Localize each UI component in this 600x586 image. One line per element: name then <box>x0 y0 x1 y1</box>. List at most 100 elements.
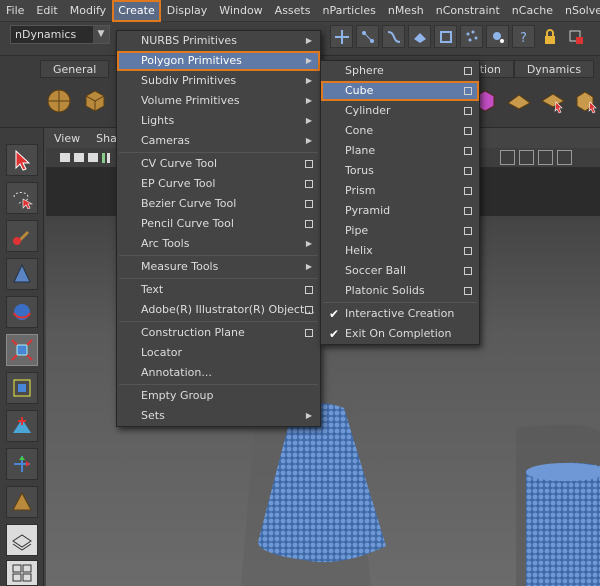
menu-item-exit-on-completion[interactable]: ✔ Exit On Completion <box>321 324 479 344</box>
menu-file[interactable]: File <box>0 0 30 22</box>
option-box-icon[interactable] <box>305 200 313 208</box>
plane-cursor-shelf-icon[interactable] <box>538 84 568 118</box>
soft-mod-tool-icon[interactable] <box>6 410 38 442</box>
menu-item-cv-curve-tool[interactable]: CV Curve Tool <box>117 154 320 174</box>
option-box-icon[interactable] <box>305 160 313 168</box>
sphere-shelf-icon[interactable] <box>44 84 74 118</box>
lasso-tool-icon[interactable] <box>6 182 38 214</box>
option-box-icon[interactable] <box>464 67 472 75</box>
menu-nparticles[interactable]: nParticles <box>316 0 381 22</box>
menu-set-dropdown[interactable]: nDynamics ▼ <box>10 25 110 44</box>
menu-item-arc-tools[interactable]: Arc Tools ▶ <box>117 234 320 254</box>
checkmark-icon: ✔ <box>329 327 340 341</box>
option-box-icon[interactable] <box>464 187 472 195</box>
menu-item-sets[interactable]: Sets ▶ <box>117 406 320 426</box>
option-box-icon[interactable] <box>464 207 472 215</box>
universal-manipulator-icon[interactable] <box>6 372 38 404</box>
menu-item-cone[interactable]: Cone <box>321 121 479 141</box>
menu-item-empty-group[interactable]: Empty Group <box>117 386 320 406</box>
shelf-tab-general[interactable]: General <box>40 60 110 78</box>
menu-item-bezier-curve-tool[interactable]: Bezier Curve Tool <box>117 194 320 214</box>
menu-item-ep-curve-tool[interactable]: EP Curve Tool <box>117 174 320 194</box>
option-box-icon[interactable] <box>464 287 472 295</box>
rotate-tool-icon[interactable] <box>6 296 38 328</box>
menu-item-pyramid[interactable]: Pyramid <box>321 201 479 221</box>
menu-item-annotation[interactable]: Annotation... <box>117 363 320 383</box>
paint-select-tool-icon[interactable] <box>6 220 38 252</box>
menu-item-measure-tools[interactable]: Measure Tools ▶ <box>117 257 320 277</box>
menu-create[interactable]: Create <box>112 0 161 22</box>
move-plus-icon[interactable] <box>330 25 353 48</box>
menu-item-locator[interactable]: Locator <box>117 343 320 363</box>
menu-item-interactive-creation[interactable]: ✔ Interactive Creation <box>321 304 479 324</box>
option-box-icon[interactable] <box>305 220 313 228</box>
menu-item-soccer-ball[interactable]: Soccer Ball <box>321 261 479 281</box>
curve-icon[interactable] <box>382 25 405 48</box>
cylinder-mesh <box>526 462 600 586</box>
option-box-icon[interactable] <box>464 167 472 175</box>
menu-item-cameras[interactable]: Cameras ▶ <box>117 131 320 151</box>
menu-item-prism[interactable]: Prism <box>321 181 479 201</box>
rendering-icon[interactable] <box>486 25 509 48</box>
menu-ncache[interactable]: nCache <box>506 0 559 22</box>
menu-display[interactable]: Display <box>161 0 214 22</box>
menu-item-pipe[interactable]: Pipe <box>321 221 479 241</box>
option-box-icon[interactable] <box>464 147 472 155</box>
menu-item-nurbs-primitives[interactable]: NURBS Primitives ▶ <box>117 31 320 51</box>
move-cone-tool-icon[interactable] <box>6 258 38 290</box>
menu-edit[interactable]: Edit <box>30 0 63 22</box>
help-icon[interactable]: ? <box>512 25 535 48</box>
option-box-icon[interactable] <box>464 227 472 235</box>
plane-shelf-icon[interactable] <box>504 84 534 118</box>
menu-nconstraint[interactable]: nConstraint <box>430 0 506 22</box>
menu-nmesh[interactable]: nMesh <box>382 0 430 22</box>
menu-item-polygon-primitives[interactable]: Polygon Primitives ▶ <box>117 51 320 71</box>
option-box-icon[interactable] <box>305 286 313 294</box>
chevron-down-icon: ▼ <box>93 26 109 43</box>
cube-cursor-shelf-icon[interactable] <box>572 84 600 118</box>
menu-item-helix[interactable]: Helix <box>321 241 479 261</box>
menu-item-volume-primitives[interactable]: Volume Primitives ▶ <box>117 91 320 111</box>
select-highlight-icon[interactable] <box>564 25 587 48</box>
checkmark-icon: ✔ <box>329 307 340 321</box>
shelf-tabs: General <box>40 60 110 78</box>
menu-item-sphere[interactable]: Sphere <box>321 61 479 81</box>
deformer-icon[interactable] <box>434 25 457 48</box>
option-box-icon[interactable] <box>464 87 472 95</box>
menu-nsolver[interactable]: nSolver <box>559 0 600 22</box>
layout-icon[interactable] <box>6 560 38 586</box>
cube-shelf-icon[interactable] <box>80 84 110 118</box>
menu-item-platonic-solids[interactable]: Platonic Solids <box>321 281 479 301</box>
menu-item-construction-plane[interactable]: Construction Plane <box>117 323 320 343</box>
select-tool-icon[interactable] <box>6 144 38 176</box>
menu-item-pencil-curve-tool[interactable]: Pencil Curve Tool <box>117 214 320 234</box>
option-box-icon[interactable] <box>305 306 313 314</box>
pyramid-tool-icon[interactable] <box>6 486 38 518</box>
last-tool-icon[interactable] <box>6 524 38 556</box>
dynamics-icon[interactable] <box>460 25 483 48</box>
option-box-icon[interactable] <box>464 247 472 255</box>
show-manipulator-icon[interactable] <box>6 448 38 480</box>
menu-item-subdiv-primitives[interactable]: Subdiv Primitives ▶ <box>117 71 320 91</box>
shelf-tab-dynamics[interactable]: Dynamics <box>513 60 595 78</box>
menu-window[interactable]: Window <box>213 0 268 22</box>
option-box-icon[interactable] <box>305 329 313 337</box>
option-box-icon[interactable] <box>464 127 472 135</box>
option-box-icon[interactable] <box>464 267 472 275</box>
menu-item-text[interactable]: Text <box>117 280 320 300</box>
menu-item-lights[interactable]: Lights ▶ <box>117 111 320 131</box>
submenu-arrow-icon: ▶ <box>305 136 312 145</box>
option-box-icon[interactable] <box>464 107 472 115</box>
lock-icon[interactable] <box>538 25 561 48</box>
surface-icon[interactable] <box>408 25 431 48</box>
menu-modify[interactable]: Modify <box>64 0 112 22</box>
menu-assets[interactable]: Assets <box>269 0 317 22</box>
scale-tool-icon[interactable] <box>6 334 38 366</box>
joint-icon[interactable] <box>356 25 379 48</box>
menu-item-adobe-illustrator-object[interactable]: Adobe(R) Illustrator(R) Object... <box>117 300 320 320</box>
menu-item-cube[interactable]: Cube <box>321 81 479 101</box>
menu-item-plane[interactable]: Plane <box>321 141 479 161</box>
menu-item-torus[interactable]: Torus <box>321 161 479 181</box>
option-box-icon[interactable] <box>305 180 313 188</box>
menu-item-cylinder[interactable]: Cylinder <box>321 101 479 121</box>
